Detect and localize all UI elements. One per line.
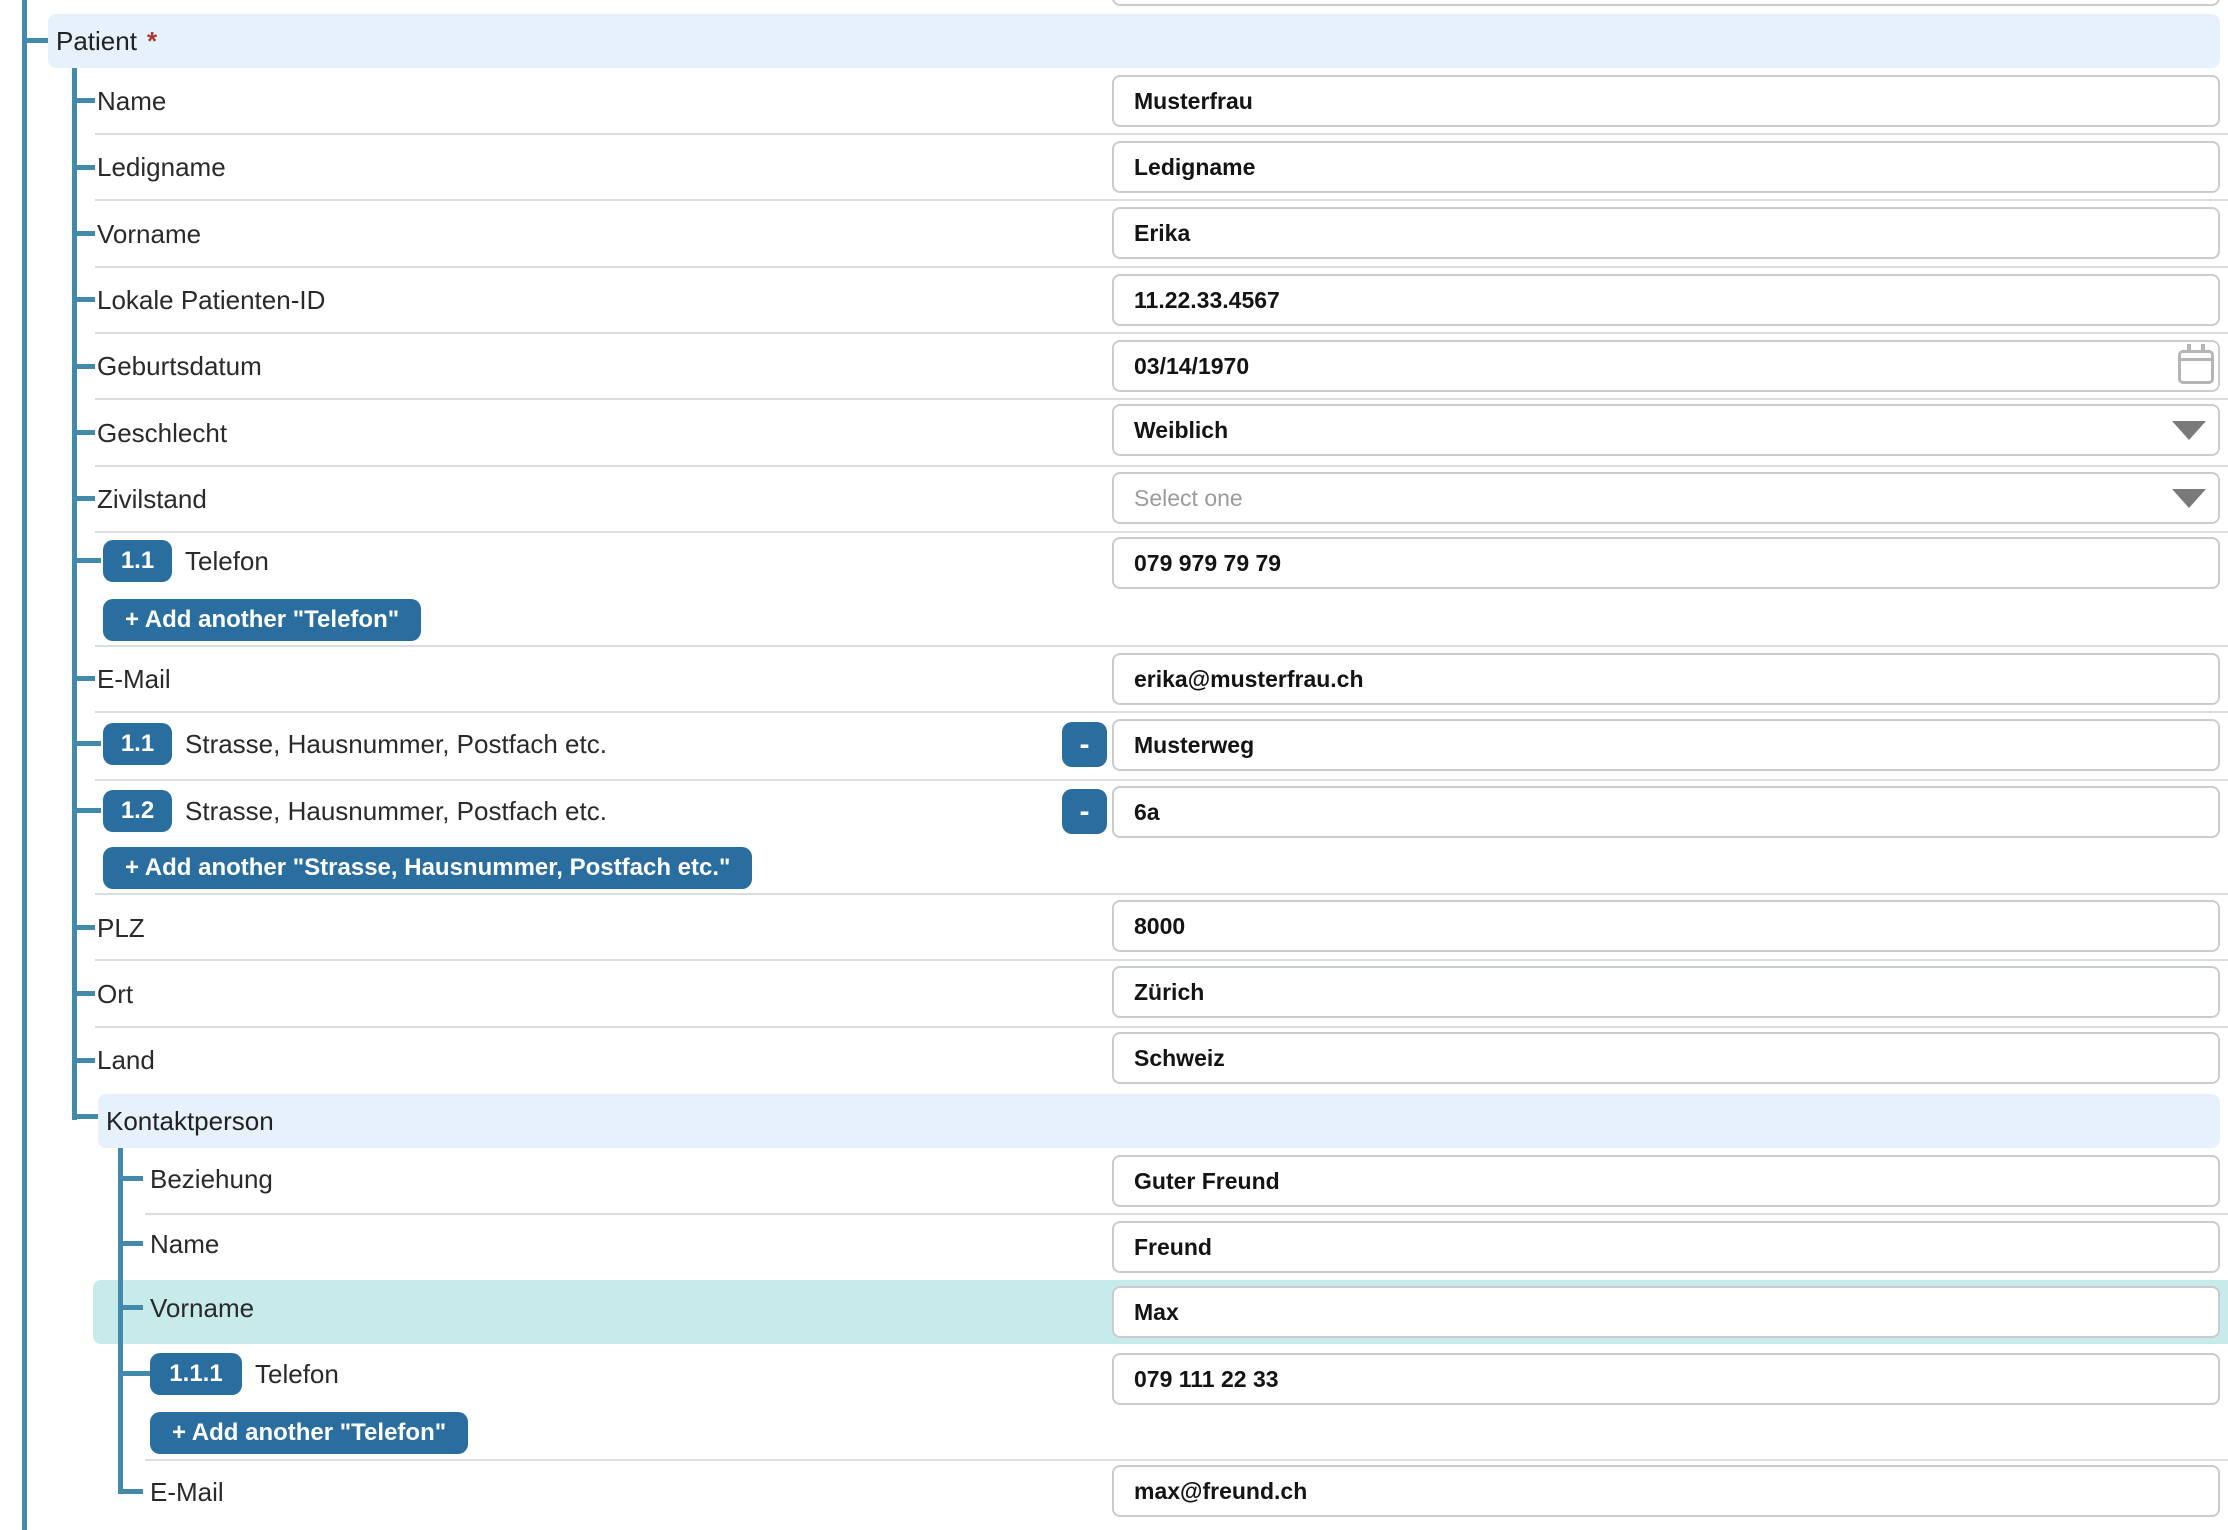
tree-tick-kontaktperson: [72, 1114, 98, 1119]
strasse-1-input[interactable]: [1112, 719, 2220, 771]
tree-tick-geschlecht: [72, 430, 95, 435]
name-label: Name: [97, 86, 166, 116]
required-asterisk: *: [147, 26, 157, 57]
row-separator: [95, 332, 2228, 334]
vorname-input[interactable]: [1112, 207, 2220, 259]
kontakt-telefon-label: Telefon: [255, 1359, 339, 1389]
row-separator: [95, 959, 2228, 961]
row-separator: [95, 266, 2228, 268]
chevron-down-icon[interactable]: [2172, 489, 2206, 508]
tree-tick-land: [72, 1058, 95, 1063]
plz-label: PLZ: [97, 913, 145, 943]
tree-tick-plz: [72, 925, 95, 930]
tree-tick-vorname: [72, 231, 95, 236]
tree-tick-email: [72, 676, 95, 681]
add-kontakt-telefon-button[interactable]: + Add another "Telefon": [150, 1412, 468, 1454]
tree-tick-patient: [22, 38, 48, 43]
tree-tick-kontakt-telefon: [118, 1371, 150, 1376]
strasse-2-label: Strasse, Hausnummer, Postfach etc.: [185, 796, 607, 826]
tree-line-patient-children: [72, 68, 77, 1120]
zivilstand-select[interactable]: [1112, 472, 2220, 524]
kontakt-telefon-input[interactable]: [1112, 1353, 2220, 1405]
plz-input[interactable]: [1112, 900, 2220, 952]
email-input[interactable]: [1112, 653, 2220, 705]
ort-label: Ort: [97, 979, 133, 1009]
tree-tick-zivilstand: [72, 496, 95, 501]
strasse-1-label: Strasse, Hausnummer, Postfach etc.: [185, 729, 607, 759]
kontakt-email-input[interactable]: [1112, 1465, 2220, 1517]
row-separator: [95, 1026, 2228, 1028]
tree-tick-geburtsdatum: [72, 364, 95, 369]
kontakt-name-label: Name: [150, 1229, 219, 1259]
row-separator: [145, 1213, 2228, 1215]
calendar-header-line: [2181, 358, 2211, 361]
add-telefon-button[interactable]: + Add another "Telefon": [103, 599, 421, 641]
row-separator: [95, 531, 2228, 533]
calendar-ring: [2187, 344, 2191, 353]
patient-section-header[interactable]: Patient *: [48, 14, 2220, 68]
tree-tick-kontakt-email: [118, 1489, 143, 1494]
row-separator: [95, 398, 2228, 400]
email-label: E-Mail: [97, 664, 171, 694]
kontakt-telefon-index-badge: 1.1.1: [150, 1353, 242, 1395]
tree-line-root: [22, 0, 27, 1530]
ledigname-input[interactable]: [1112, 141, 2220, 193]
tree-tick-ledigname: [72, 165, 95, 170]
tree-tick-beziehung: [118, 1176, 143, 1181]
kontakt-vorname-input[interactable]: [1112, 1286, 2220, 1338]
row-separator: [145, 1459, 2228, 1461]
tree-tick-telefon: [72, 558, 101, 563]
kontakt-name-input[interactable]: [1112, 1221, 2220, 1273]
tree-tick-strasse-1: [72, 741, 101, 746]
geschlecht-select[interactable]: [1112, 404, 2220, 456]
strasse-2-index-badge: 1.2: [103, 790, 172, 832]
land-label: Land: [97, 1045, 155, 1075]
strasse-1-index-badge: 1.1: [103, 723, 172, 765]
row-separator: [95, 199, 2228, 201]
kontaktperson-section-title: Kontaktperson: [106, 1106, 274, 1137]
row-separator: [95, 465, 2228, 467]
name-input[interactable]: [1112, 75, 2220, 127]
tree-tick-name: [72, 98, 95, 103]
patienten-id-label: Lokale Patienten-ID: [97, 285, 325, 315]
previous-field-partial-input[interactable]: [1112, 0, 2220, 6]
chevron-down-icon[interactable]: [2172, 421, 2206, 440]
patienten-id-input[interactable]: [1112, 274, 2220, 326]
zivilstand-label: Zivilstand: [97, 484, 207, 514]
row-separator: [95, 779, 2228, 781]
land-input[interactable]: [1112, 1032, 2220, 1084]
geburtsdatum-label: Geburtsdatum: [97, 351, 262, 381]
geburtsdatum-input[interactable]: [1112, 340, 2220, 392]
geschlecht-label: Geschlecht: [97, 418, 227, 448]
calendar-ring: [2201, 344, 2205, 353]
calendar-icon[interactable]: [2178, 350, 2214, 384]
row-separator: [95, 711, 2228, 713]
ledigname-label: Ledigname: [97, 152, 226, 182]
telefon-input[interactable]: [1112, 537, 2220, 589]
tree-tick-ort: [72, 991, 95, 996]
beziehung-label: Beziehung: [150, 1164, 273, 1194]
telefon-index-badge: 1.1: [103, 540, 172, 582]
remove-strasse-2-button[interactable]: -: [1062, 789, 1107, 834]
tree-tick-strasse-2: [72, 808, 101, 813]
kontakt-email-label: E-Mail: [150, 1477, 224, 1507]
row-separator: [95, 893, 2228, 895]
tree-tick-patienten-id: [72, 297, 95, 302]
patient-section-title: Patient: [56, 26, 137, 57]
beziehung-input[interactable]: [1112, 1155, 2220, 1207]
patient-form: Patient * Kontaktperson Name Ledigname V…: [0, 0, 2228, 1530]
tree-tick-kontakt-name: [118, 1241, 143, 1246]
ort-input[interactable]: [1112, 966, 2220, 1018]
strasse-2-input[interactable]: [1112, 786, 2220, 838]
row-separator: [95, 133, 2228, 135]
kontakt-vorname-label: Vorname: [150, 1293, 254, 1323]
vorname-label: Vorname: [97, 219, 201, 249]
tree-line-kontaktperson-children: [118, 1148, 123, 1494]
telefon-label: Telefon: [185, 546, 269, 576]
kontaktperson-section-header[interactable]: Kontaktperson: [98, 1094, 2220, 1148]
add-strasse-button[interactable]: + Add another "Strasse, Hausnummer, Post…: [103, 847, 752, 889]
tree-tick-kontakt-vorname: [118, 1305, 143, 1310]
row-separator: [95, 645, 2228, 647]
remove-strasse-1-button[interactable]: -: [1062, 722, 1107, 767]
